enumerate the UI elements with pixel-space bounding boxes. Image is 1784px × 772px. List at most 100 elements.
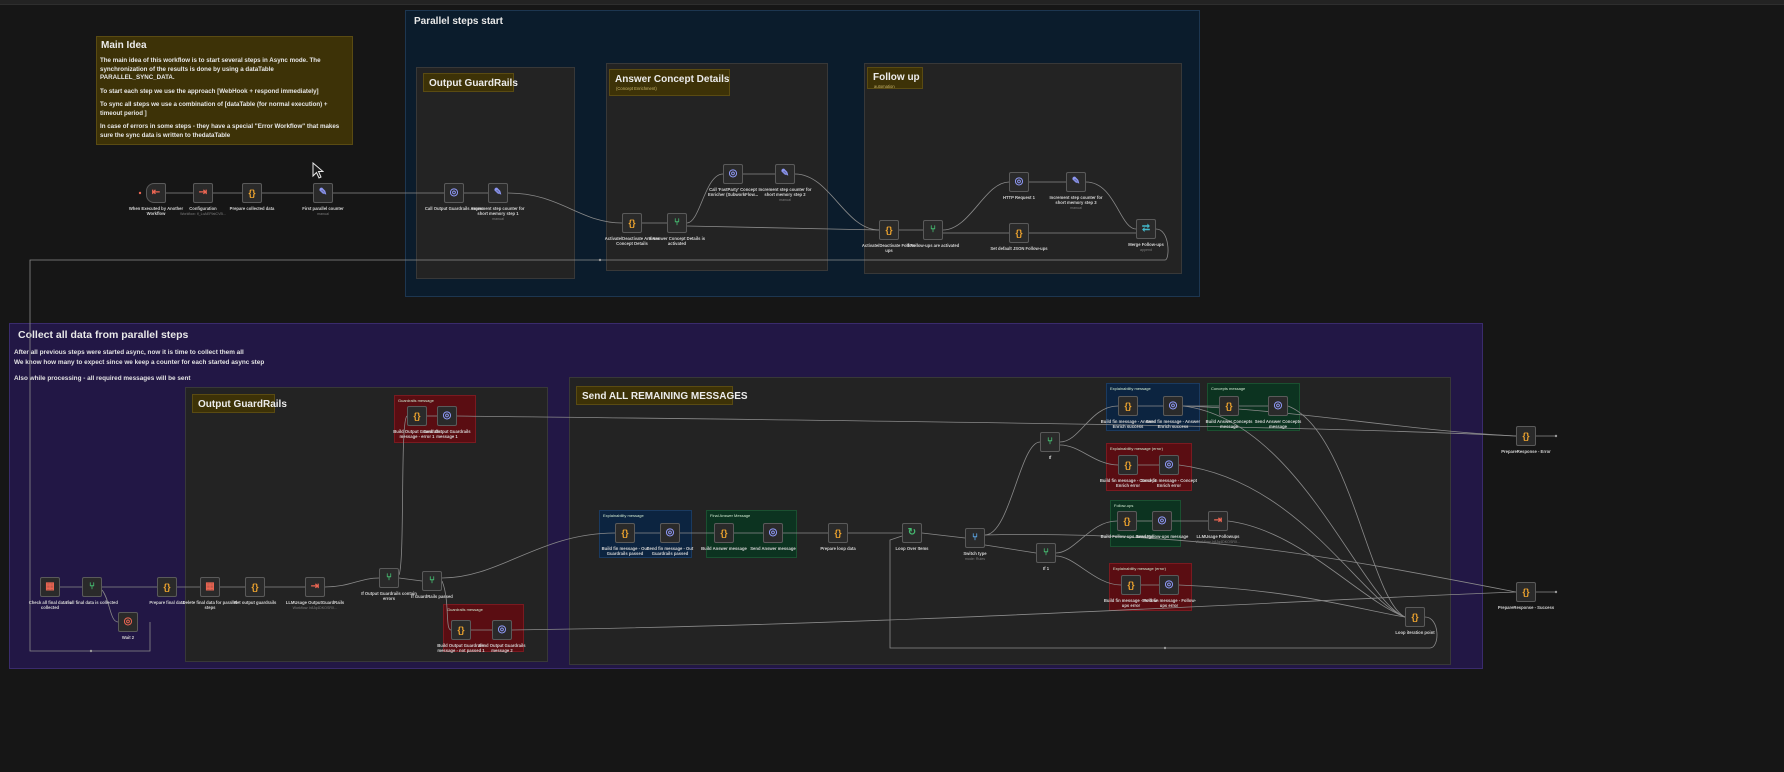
code-braces-icon: {} xyxy=(1124,400,1132,411)
signpost-icon: ⑂ xyxy=(930,224,936,235)
node-send-fin-answer-enrich[interactable]: ◎ xyxy=(1163,396,1183,416)
connection-dot xyxy=(138,191,142,195)
node-send-answer-concepts[interactable]: ◎ xyxy=(1268,396,1288,416)
node-label: Loop iteration point xyxy=(1395,630,1435,635)
node-build-guard-notpassed[interactable]: {} xyxy=(451,620,471,640)
node-send-followups-error[interactable]: ◎ xyxy=(1159,575,1179,595)
code-braces-icon: {} xyxy=(1522,586,1530,597)
code-braces-icon: {} xyxy=(885,224,893,235)
node-label: If Follow-ups are activated xyxy=(906,243,960,248)
node-llm-usage-guard[interactable]: ⇥ xyxy=(305,577,325,597)
node-if-b[interactable]: ⑂ xyxy=(1036,543,1056,563)
node-if-followups[interactable]: ⑂ xyxy=(923,220,943,240)
node-check-final[interactable]: ▦ xyxy=(40,577,60,597)
node-prepare-final[interactable]: {} xyxy=(157,577,177,597)
node-trigger[interactable]: ⇤ xyxy=(146,183,166,203)
node-inc-counter-1[interactable]: ✎ xyxy=(488,183,508,203)
node-wait-2[interactable]: ◎ xyxy=(118,612,138,632)
signpost-icon: ⑂ xyxy=(429,575,435,586)
node-llm-usage-followups[interactable]: ⇥ xyxy=(1208,511,1228,531)
connection xyxy=(1227,520,1406,618)
code-braces-icon: {} xyxy=(1127,579,1135,590)
node-activate-followups[interactable]: {} xyxy=(879,220,899,240)
node-send-answer[interactable]: ◎ xyxy=(763,523,783,543)
node-label: Set default JSON Follow-ups xyxy=(990,246,1048,251)
node-configuration[interactable]: ⇥ xyxy=(193,183,213,203)
node-call-fastparty[interactable]: ◎ xyxy=(723,164,743,184)
node-label: Increment step counter for short memory … xyxy=(471,206,525,216)
pause-icon: ◎ xyxy=(123,616,133,627)
node-loop-iteration[interactable]: {} xyxy=(1405,607,1425,627)
node-build-guard-error[interactable]: {} xyxy=(407,406,427,426)
node-prepare-response-success[interactable]: {} xyxy=(1516,582,1536,602)
code-braces-icon: {} xyxy=(1411,611,1419,622)
node-call-guardrails[interactable]: ◎ xyxy=(444,183,464,203)
node-label: Call 'FastParty' Concept Enricher (Subwo… xyxy=(707,187,759,197)
node-sublabel: Workflow: b8Jq4DKOSRX... xyxy=(1195,540,1241,544)
globe-icon: ◎ xyxy=(768,527,778,538)
node-if-final-collected[interactable]: ⑂ xyxy=(82,577,102,597)
node-label: Increment step counter for short memory … xyxy=(758,187,812,197)
node-label: If GuardRails passed xyxy=(411,594,453,599)
arrow-into-box-icon: ⇥ xyxy=(310,581,320,592)
globe-icon: ◎ xyxy=(1164,579,1174,590)
node-icon: ⇤ xyxy=(151,187,161,198)
globe-icon: ◎ xyxy=(497,624,507,635)
node-prepare-collected[interactable]: {} xyxy=(242,183,262,203)
node-label: LLMUsage OutputGuardRails xyxy=(285,600,345,605)
code-braces-icon: {} xyxy=(1123,515,1131,526)
connection xyxy=(441,532,616,579)
node-label: Send Output Guardrails message 2 xyxy=(478,643,526,653)
node-inc-counter-2[interactable]: ✎ xyxy=(775,164,795,184)
node-if-guardrails-passed[interactable]: ⑂ xyxy=(422,571,442,591)
node-label: Switch type xyxy=(963,551,987,556)
code-braces-icon: {} xyxy=(457,624,465,635)
node-sublabel: mode: Rules xyxy=(964,557,986,561)
node-if-concept[interactable]: ⑂ xyxy=(667,213,687,233)
node-loop-over-items[interactable]: ↻ xyxy=(902,523,922,543)
node-activate-concept[interactable]: {} xyxy=(622,213,642,233)
node-get-output-guardrails[interactable]: {} xyxy=(245,577,265,597)
connection xyxy=(942,181,1010,231)
node-set-default-json[interactable]: {} xyxy=(1009,223,1029,243)
node-build-fin-answer-enrich[interactable]: {} xyxy=(1118,396,1138,416)
node-inc-counter-3[interactable]: ✎ xyxy=(1066,172,1086,192)
code-braces-icon: {} xyxy=(248,187,256,198)
node-switch-type[interactable]: ⑂ xyxy=(965,528,985,548)
node-send-guard-1[interactable]: ◎ xyxy=(437,406,457,426)
globe-icon: ◎ xyxy=(449,187,459,198)
node-if-a[interactable]: ⑂ xyxy=(1040,432,1060,452)
node-merge-followups[interactable]: ⮂ xyxy=(1136,219,1156,239)
node-build-concept-error[interactable]: {} xyxy=(1118,455,1138,475)
node-label: Send fin message - Concept Enrich error xyxy=(1140,478,1198,488)
node-delete-final[interactable]: ▦ xyxy=(200,577,220,597)
grid-icon: ▦ xyxy=(45,581,55,592)
globe-icon: ◎ xyxy=(665,527,675,538)
code-braces-icon: {} xyxy=(251,581,259,592)
connection-dot xyxy=(1554,590,1558,594)
node-prepare-loop[interactable]: {} xyxy=(828,523,848,543)
node-sublabel: append xyxy=(1140,248,1152,252)
node-label: Send Follow-ups message xyxy=(1135,534,1189,539)
connection xyxy=(398,577,423,582)
node-label: Prepare loop data xyxy=(820,546,856,551)
node-http-request-1[interactable]: ◎ xyxy=(1009,172,1029,192)
node-build-followups-error[interactable]: {} xyxy=(1121,575,1141,595)
node-build-fin-out-guard[interactable]: {} xyxy=(615,523,635,543)
node-build-answer[interactable]: {} xyxy=(714,523,734,543)
node-label: Get output guardrails xyxy=(233,600,277,605)
node-prepare-response-error[interactable]: {} xyxy=(1516,426,1536,446)
node-build-answer-concepts[interactable]: {} xyxy=(1219,396,1239,416)
switch-icon: ⑂ xyxy=(972,532,978,543)
node-first-counter[interactable]: ✎ xyxy=(313,183,333,203)
mouse-cursor-icon xyxy=(312,162,324,179)
node-send-concept-error[interactable]: ◎ xyxy=(1159,455,1179,475)
connection-dot xyxy=(1554,434,1558,438)
signpost-icon: ⑂ xyxy=(1047,436,1053,447)
node-build-followups[interactable]: {} xyxy=(1117,511,1137,531)
node-send-followups[interactable]: ◎ xyxy=(1152,511,1172,531)
node-send-guard-2[interactable]: ◎ xyxy=(492,620,512,640)
node-if-output-guard-errors[interactable]: ⑂ xyxy=(379,568,399,588)
node-label: Send fin message - Out Guardrails passed xyxy=(646,546,694,556)
node-send-fin-out-guard[interactable]: ◎ xyxy=(660,523,680,543)
